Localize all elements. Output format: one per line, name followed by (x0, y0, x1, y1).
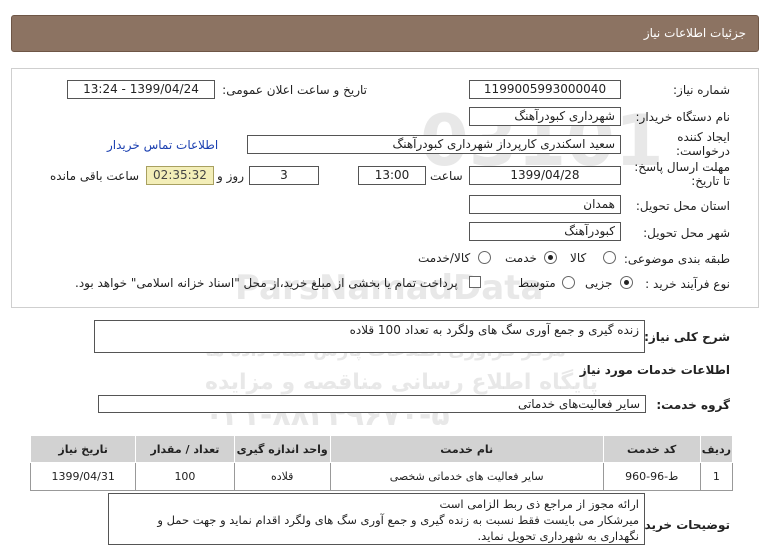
time-remaining-label: ساعت باقی مانده (50, 169, 140, 183)
service-group-label: گروه خدمت: (656, 398, 730, 412)
creator-label: ایجاد کننده درخواست: (676, 130, 730, 158)
need-number-field: 1199005993000040 (469, 80, 621, 99)
process-label: نوع فرآیند خرید : (645, 277, 730, 291)
deadline-time-field: 13:00 (358, 166, 426, 185)
need-details-panel (11, 68, 759, 308)
page-title: جزئیات اطلاعات نیاز (643, 26, 746, 40)
announce-date-field: 1399/04/24 - 13:24 (67, 80, 215, 99)
col-name-header: نام خدمت (329, 435, 604, 463)
category-radio-goods[interactable] (603, 251, 616, 264)
creator-field: سعید اسکندری کارپرداز شهرداری کبودرآهنگ (247, 135, 621, 154)
col-row-header: ردیف (699, 435, 734, 463)
watermark-line3: پایگاه اطلاع رسانی مناقصه و مزایده (205, 370, 598, 395)
cell-qty: 100 (135, 462, 235, 491)
buyer-notes-line: ارائه مجوز از مراجع ذی ربط الزامی است (439, 497, 639, 511)
category-option-service: خدمت (505, 251, 537, 265)
category-radio-goods-service[interactable] (478, 251, 491, 264)
province-field: همدان (469, 195, 621, 214)
col-code-header: کد خدمت (602, 435, 701, 463)
treasury-payment-note: پرداخت تمام یا بخشی از مبلغ خرید،از محل … (75, 276, 458, 290)
service-group-field: سایر فعالیت‌های خدماتی (98, 395, 646, 413)
col-unit-header: واحد اندازه گیری (233, 435, 331, 463)
process-option-medium: متوسط (518, 276, 556, 290)
deadline-time-label: ساعت (430, 169, 463, 183)
page-header: جزئیات اطلاعات نیاز (11, 15, 759, 52)
process-radio-minor[interactable] (620, 276, 633, 289)
treasury-payment-checkbox[interactable] (469, 276, 481, 288)
days-label: روز و (217, 169, 244, 183)
category-radio-service[interactable] (544, 251, 557, 264)
category-option-goods: کالا (570, 251, 587, 265)
announce-date-label: تاریخ و ساعت اعلان عمومی: (222, 83, 367, 97)
category-option-goods-service: کالا/خدمت (418, 251, 471, 265)
cell-row: 1 (699, 462, 734, 491)
days-remaining-field: 3 (249, 166, 319, 185)
buyer-org-label: نام دستگاه خریدار: (635, 110, 731, 124)
deadline-label: مهلت ارسال پاسخ: تا تاریخ: (634, 160, 730, 188)
cell-unit: قلاده (233, 462, 331, 491)
col-date-header: تاریخ نیاز (29, 435, 137, 463)
province-label: استان محل تحویل: (635, 199, 730, 213)
time-remaining-field: 02:35:32 (146, 166, 214, 185)
buyer-notes-line: میرشکار می بایست فقط نسبت به زنده گیری و… (157, 513, 639, 527)
summary-field: زنده گیری و جمع آوری سگ های ولگرد به تعد… (94, 320, 645, 353)
process-radio-medium[interactable] (562, 276, 575, 289)
buyer-org-field: شهرداری کبودرآهنگ (469, 107, 621, 126)
table-row: 1 ط-96-960 سایر فعالیت های خدماتی شخصی ق… (29, 462, 734, 491)
services-table: ردیف کد خدمت نام خدمت واحد اندازه گیری ت… (29, 435, 734, 491)
buyer-notes-field: ارائه مجوز از مراجع ذی ربط الزامی است می… (108, 493, 645, 545)
cell-date: 1399/04/31 (29, 462, 137, 491)
table-header-row: ردیف کد خدمت نام خدمت واحد اندازه گیری ت… (29, 435, 734, 463)
process-option-minor: جزیی (585, 276, 613, 290)
need-number-label: شماره نیاز: (673, 83, 730, 97)
buyer-contact-link[interactable]: اطلاعات تماس خریدار (107, 138, 218, 152)
cell-name: سایر فعالیت های خدماتی شخصی (329, 462, 604, 491)
city-label: شهر محل تحویل: (643, 226, 730, 240)
cell-code: ط-96-960 (602, 462, 701, 491)
services-section-title: اطلاعات خدمات مورد نیاز (579, 363, 730, 377)
summary-label: شرح کلی نیاز: (644, 330, 730, 344)
col-qty-header: تعداد / مقدار (135, 435, 235, 463)
buyer-notes-line: نگهداری به شهرداری تحویل نماید. (477, 529, 640, 543)
category-label: طبقه بندی موضوعی: (623, 252, 730, 266)
deadline-date-field: 1399/04/28 (469, 166, 621, 185)
city-field: کبودرآهنگ (469, 222, 621, 241)
